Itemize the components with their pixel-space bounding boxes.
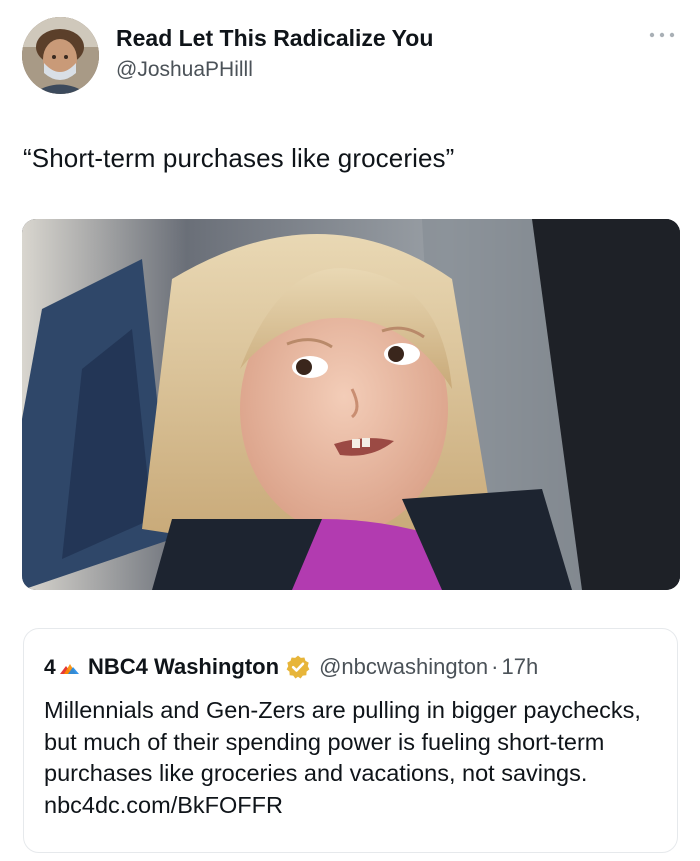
svg-text:4: 4 — [44, 656, 56, 679]
more-icon[interactable] — [648, 30, 676, 40]
quoted-author-handle[interactable]: @nbcwashington — [319, 654, 488, 680]
quoted-timestamp[interactable]: 17h — [502, 654, 539, 680]
tweet-photo[interactable] — [22, 219, 680, 590]
author-avatar-image — [22, 17, 99, 94]
verified-badge-icon — [286, 655, 310, 679]
nbc4-logo: 4 — [44, 656, 79, 679]
author-avatar[interactable] — [22, 17, 99, 94]
quoted-tweet-card[interactable]: 4 NBC4 Washington @nbcwashington · 17h M… — [23, 628, 678, 853]
author-handle[interactable]: @JoshuaPHilll — [116, 58, 253, 82]
tweet-text: “Short-term purchases like groceries” — [23, 143, 455, 173]
tweet-photo-image — [22, 219, 680, 590]
quoted-tweet-text: Millennials and Gen-Zers are pulling in … — [44, 697, 641, 818]
author-display-name[interactable]: Read Let This Radicalize You — [116, 25, 433, 52]
quoted-author-name[interactable]: NBC4 Washington — [88, 654, 279, 680]
quoted-tweet-header: 4 NBC4 Washington @nbcwashington · 17h — [44, 651, 538, 683]
separator-dot: · — [491, 654, 499, 679]
